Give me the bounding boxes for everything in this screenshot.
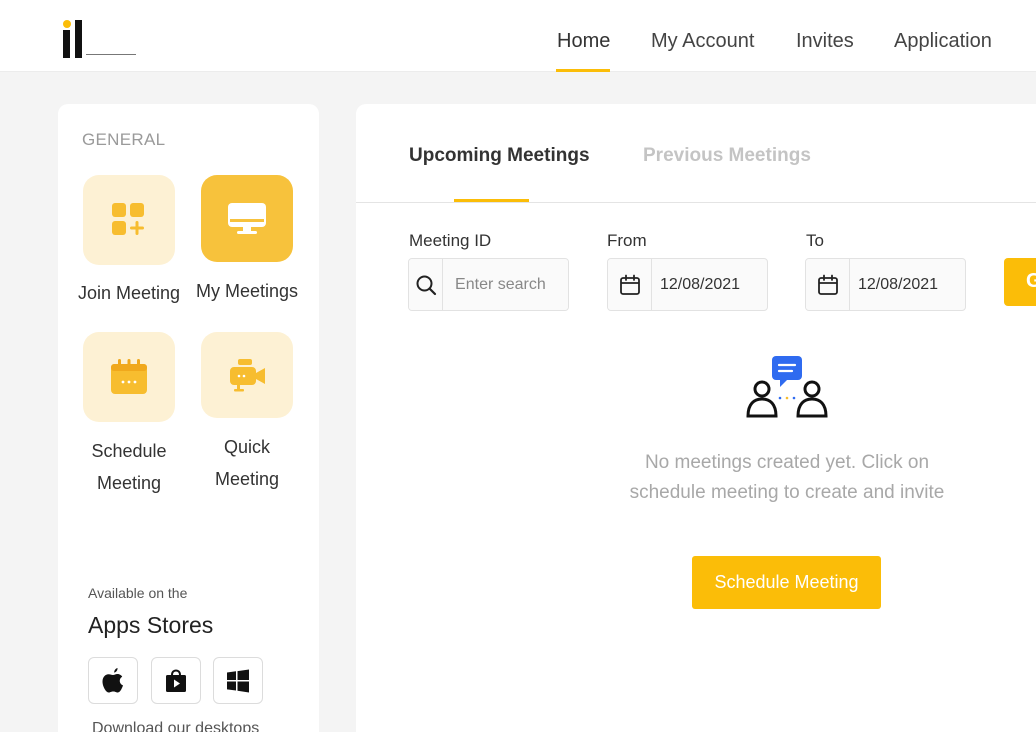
play-store-button[interactable] <box>151 657 201 704</box>
quick-label-line1: Quick <box>223 437 270 457</box>
schedule-label-line2: Meeting <box>96 473 162 493</box>
search-icon-box <box>409 259 444 310</box>
join-meeting-label[interactable]: Join Meeting <box>70 277 188 309</box>
apple-icon <box>102 667 123 692</box>
logo-wordmark <box>86 54 136 58</box>
app-logo[interactable] <box>60 18 140 58</box>
meeting-id-field <box>408 258 569 311</box>
from-date-label: From <box>607 231 647 250</box>
calendar-icon <box>817 274 838 295</box>
from-date-value: 12/08/2021 <box>660 276 741 293</box>
schedule-meeting-button[interactable]: Schedule Meeting <box>692 556 881 609</box>
tab-previous-meetings[interactable]: Previous Meetings <box>643 145 811 167</box>
search-go-button[interactable]: G <box>1004 258 1036 306</box>
nav-active-indicator <box>556 69 610 72</box>
calendar-icon-box <box>608 259 652 310</box>
tab-divider <box>356 202 1036 203</box>
join-meeting-icon <box>112 203 144 235</box>
meeting-id-search-input[interactable] <box>443 259 568 310</box>
quick-meeting-label[interactable]: Quick Meeting <box>188 431 306 495</box>
schedule-meeting-label[interactable]: Schedule Meeting <box>70 435 188 499</box>
apple-store-button[interactable] <box>88 657 138 704</box>
join-meeting-tile[interactable] <box>83 175 175 265</box>
quick-label-line2: Meeting <box>214 469 280 489</box>
nav-application[interactable]: Application <box>894 30 992 53</box>
quick-meeting-tile[interactable] <box>201 332 293 418</box>
calendar-icon <box>619 274 640 295</box>
meeting-id-label: Meeting ID <box>409 231 492 250</box>
apps-available-text: Available on the <box>88 585 188 601</box>
calendar-icon <box>111 359 147 394</box>
empty-state-message: No meetings created yet. Click on schedu… <box>629 452 945 503</box>
windows-store-button[interactable] <box>213 657 263 704</box>
my-meetings-tile[interactable] <box>201 175 293 262</box>
nav-invites[interactable]: Invites <box>796 30 854 53</box>
meeting-people-icon <box>746 356 828 418</box>
to-date-field[interactable]: 12/08/2021 <box>805 258 966 311</box>
search-icon <box>416 275 436 295</box>
sidebar-section-title: GENERAL <box>82 130 166 149</box>
logo-bar <box>63 30 70 58</box>
tab-upcoming-meetings[interactable]: Upcoming Meetings <box>409 145 590 167</box>
from-date-field[interactable]: 12/08/2021 <box>607 258 768 311</box>
monitor-icon <box>228 202 266 234</box>
nav-my-account[interactable]: My Account <box>651 30 754 53</box>
download-desktop-text: Download our desktops <box>92 720 260 732</box>
to-date-label: To <box>806 231 824 250</box>
top-navbar <box>0 0 1036 72</box>
logo-bar <box>75 20 82 58</box>
apps-stores-title: Apps Stores <box>88 612 214 638</box>
go-button-glyph: G <box>1026 270 1036 292</box>
play-store-icon <box>166 668 186 692</box>
my-meetings-label[interactable]: My Meetings <box>188 275 306 307</box>
windows-icon <box>227 669 249 692</box>
logo-dot <box>63 20 71 28</box>
schedule-label-line1: Schedule <box>91 441 167 461</box>
to-date-value: 12/08/2021 <box>858 276 939 293</box>
calendar-icon-box <box>806 259 850 310</box>
nav-home[interactable]: Home <box>557 30 610 53</box>
video-camera-icon <box>230 359 265 392</box>
schedule-meeting-tile[interactable] <box>83 332 175 422</box>
